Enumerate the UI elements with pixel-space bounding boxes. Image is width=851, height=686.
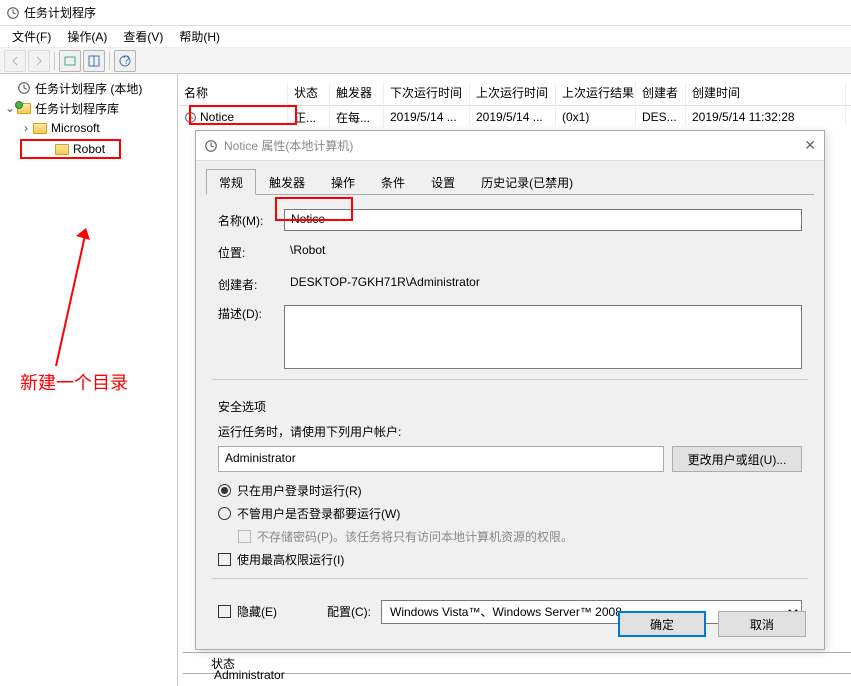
dialog-tabs: 常规 触发器 操作 条件 设置 历史记录(已禁用) xyxy=(206,169,814,195)
col-last[interactable]: 上次运行时间 xyxy=(470,82,556,105)
tree-library-label: 任务计划程序库 xyxy=(35,100,119,117)
row-lastres: (0x1) xyxy=(556,108,636,126)
tree-library[interactable]: ⌄ 任务计划程序库 xyxy=(0,98,177,118)
annotation-text: 新建一个目录 xyxy=(20,369,128,395)
radio-any-label: 不管用户是否登录都要运行(W) xyxy=(237,505,400,522)
tab-settings[interactable]: 设置 xyxy=(418,169,468,194)
tree-robot[interactable]: Robot xyxy=(20,139,121,159)
col-created[interactable]: 创建时间 xyxy=(686,82,846,105)
runas-text: 运行任务时，请使用下列用户帐户: xyxy=(218,423,802,440)
svg-text:?: ? xyxy=(123,55,130,67)
location-value: \Robot xyxy=(284,241,802,263)
tree-microsoft-label: Microsoft xyxy=(51,121,100,135)
hidden-check[interactable]: 隐藏(E) xyxy=(218,603,277,620)
name-field[interactable]: Notice xyxy=(284,209,802,231)
folder-icon xyxy=(33,123,47,134)
col-author[interactable]: 创建者 xyxy=(636,82,686,105)
config-label: 配置(C): xyxy=(327,603,371,620)
dialog-body: 名称(M): Notice 位置: \Robot 创建者: DESKTOP-7G… xyxy=(196,195,824,640)
close-icon[interactable]: ✕ xyxy=(804,137,816,154)
forward-button xyxy=(28,50,50,72)
tree-microsoft[interactable]: › Microsoft xyxy=(0,118,177,138)
nopass-label: 不存储密码(P)。该任务将只有访问本地计算机资源的权限。 xyxy=(257,528,573,545)
annotation-arrow xyxy=(48,226,98,376)
change-user-button[interactable]: 更改用户或组(U)... xyxy=(672,446,802,472)
dialog-titlebar: Notice 属性(本地计算机) ✕ xyxy=(196,131,824,161)
col-trigger[interactable]: 触发器 xyxy=(330,82,384,105)
desc-field[interactable] xyxy=(284,305,802,369)
tree-robot-label: Robot xyxy=(73,142,105,156)
tab-history[interactable]: 历史记录(已禁用) xyxy=(468,169,586,194)
footer-admin: Administrator xyxy=(214,668,285,682)
row-created: 2019/5/14 11:32:28 xyxy=(686,108,846,126)
clock-icon xyxy=(6,6,20,20)
radio-icon xyxy=(218,484,231,497)
clock-icon xyxy=(204,139,218,153)
checkbox-icon xyxy=(218,553,231,566)
cancel-button[interactable]: 取消 xyxy=(718,611,806,637)
window-title: 任务计划程序 xyxy=(24,4,96,21)
highest-priv-check[interactable]: 使用最高权限运行(I) xyxy=(218,551,802,568)
author-value: DESKTOP-7GKH71R\Administrator xyxy=(284,273,802,295)
desc-label: 描述(D): xyxy=(218,305,284,322)
task-list-header: 名称 状态 触发器 下次运行时间 上次运行时间 上次运行结果 创建者 创建时间 xyxy=(178,82,851,106)
security-header: 安全选项 xyxy=(218,398,802,415)
window-titlebar: 任务计划程序 xyxy=(0,0,851,26)
back-button xyxy=(4,50,26,72)
dialog-title: Notice 属性(本地计算机) xyxy=(224,137,353,154)
runas-user: Administrator xyxy=(218,446,664,472)
folder-icon xyxy=(55,144,69,155)
menu-action[interactable]: 操作(A) xyxy=(59,28,115,45)
expand-icon[interactable]: › xyxy=(20,121,32,135)
tree-sidebar: 任务计划程序 (本地) ⌄ 任务计划程序库 › Microsoft Robot … xyxy=(0,74,178,686)
help-button[interactable]: ? xyxy=(114,50,136,72)
checkbox-icon xyxy=(238,530,251,543)
menu-help[interactable]: 帮助(H) xyxy=(171,28,228,45)
library-folder-icon xyxy=(17,103,31,114)
row-author: DES... xyxy=(636,108,686,126)
highest-label: 使用最高权限运行(I) xyxy=(237,551,344,568)
author-label: 创建者: xyxy=(218,276,284,293)
tab-general[interactable]: 常规 xyxy=(206,169,256,195)
menu-file[interactable]: 文件(F) xyxy=(4,28,59,45)
location-label: 位置: xyxy=(218,244,284,261)
tab-conditions[interactable]: 条件 xyxy=(368,169,418,194)
tree-root-label: 任务计划程序 (本地) xyxy=(35,80,142,97)
annotation-highlight-name xyxy=(275,197,353,221)
menu-view[interactable]: 查看(V) xyxy=(115,28,171,45)
nopass-check: 不存储密码(P)。该任务将只有访问本地计算机资源的权限。 xyxy=(238,528,802,545)
hidden-label: 隐藏(E) xyxy=(237,603,277,620)
row-next: 2019/5/14 ... xyxy=(384,108,470,126)
row-trigger: 在每... xyxy=(330,107,384,128)
toolbar-btn-2[interactable] xyxy=(83,50,105,72)
annotation-highlight-task xyxy=(189,105,297,125)
menubar: 文件(F) 操作(A) 查看(V) 帮助(H) xyxy=(0,26,851,48)
tree-root[interactable]: 任务计划程序 (本地) xyxy=(0,78,177,98)
toolbar: ? xyxy=(0,48,851,74)
col-name[interactable]: 名称 xyxy=(178,82,288,105)
ok-button[interactable]: 确定 xyxy=(618,611,706,637)
col-next[interactable]: 下次运行时间 xyxy=(384,82,470,105)
radio-logged-label: 只在用户登录时运行(R) xyxy=(237,482,362,499)
tab-actions[interactable]: 操作 xyxy=(318,169,368,194)
toolbar-btn-1[interactable] xyxy=(59,50,81,72)
col-lastres[interactable]: 上次运行结果 xyxy=(556,82,636,105)
tab-triggers[interactable]: 触发器 xyxy=(256,169,318,194)
row-last: 2019/5/14 ... xyxy=(470,108,556,126)
radio-icon xyxy=(218,507,231,520)
radio-logged-on[interactable]: 只在用户登录时运行(R) xyxy=(218,482,802,499)
radio-any-user[interactable]: 不管用户是否登录都要运行(W) xyxy=(218,505,802,522)
checkbox-icon xyxy=(218,605,231,618)
col-status[interactable]: 状态 xyxy=(288,82,330,105)
